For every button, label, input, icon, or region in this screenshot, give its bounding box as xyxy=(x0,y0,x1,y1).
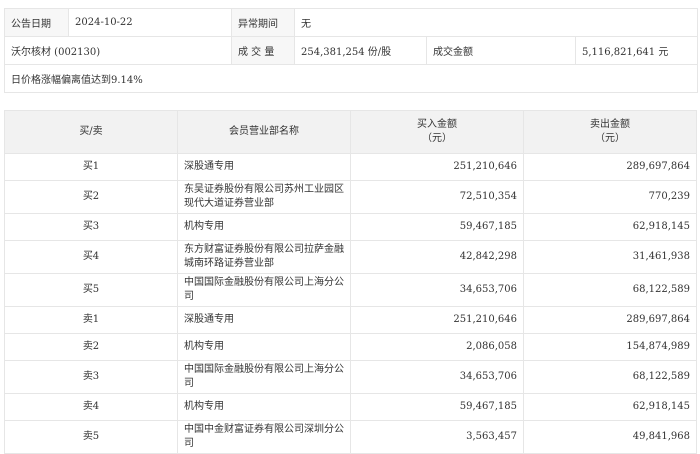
cell-name: 机构专用 xyxy=(177,393,351,421)
cell-side: 卖1 xyxy=(4,306,178,334)
header-sell: 卖出金额 （元） xyxy=(523,110,697,154)
cell-name: 中国国际金融股份有限公司上海分公司 xyxy=(177,273,351,307)
table-header: 买/卖 会员营业部名称 买入金额 （元） 卖出金额 （元） xyxy=(4,110,697,154)
cell-buy: 59,467,185 xyxy=(350,213,524,241)
table-row: 卖5 中国中金财富证券有限公司深圳分公司 3,563,457 49,841,968 xyxy=(4,420,697,454)
cell-sell: 289,697,864 xyxy=(523,306,697,334)
cell-name: 机构专用 xyxy=(177,213,351,241)
period-value: 无 xyxy=(293,8,699,37)
cell-sell: 154,874,989 xyxy=(523,333,697,361)
cell-sell: 62,918,145 xyxy=(523,393,697,421)
cell-buy: 59,467,185 xyxy=(350,393,524,421)
cell-buy: 72,510,354 xyxy=(350,180,524,214)
cell-buy: 34,653,706 xyxy=(350,273,524,307)
cell-sell: 770,239 xyxy=(523,180,697,214)
amount-value: 5,116,821,641 元 xyxy=(574,36,699,65)
reason-text: 日价格涨幅偏离值达到9.14% xyxy=(3,64,699,93)
cell-buy: 2,086,058 xyxy=(350,333,524,361)
cell-sell: 289,697,864 xyxy=(523,153,697,181)
header-buy: 买入金额 （元） xyxy=(350,110,524,154)
cell-side: 买5 xyxy=(4,273,178,307)
cell-sell: 49,841,968 xyxy=(523,420,697,454)
cell-name: 深股通专用 xyxy=(177,306,351,334)
cell-buy: 42,842,298 xyxy=(350,240,524,274)
cell-side: 卖5 xyxy=(4,420,178,454)
cell-buy: 251,210,646 xyxy=(350,306,524,334)
date-label: 公告日期 xyxy=(4,8,69,37)
table-row: 卖2 机构专用 2,086,058 154,874,989 xyxy=(4,333,697,361)
header-name: 会员营业部名称 xyxy=(177,110,351,154)
cell-name: 机构专用 xyxy=(177,333,351,361)
cell-buy: 251,210,646 xyxy=(350,153,524,181)
table-row: 买3 机构专用 59,467,185 62,918,145 xyxy=(4,213,697,241)
info-row-volume: 沃尔核材 (002130) 成 交 量 254,381,254 份/股 成交金额… xyxy=(4,36,699,65)
cell-sell: 31,461,938 xyxy=(523,240,697,274)
table-row: 卖4 机构专用 59,467,185 62,918,145 xyxy=(4,393,697,421)
cell-name: 深股通专用 xyxy=(177,153,351,181)
table-row: 买2 东吴证券股份有限公司苏州工业园区现代大道证券营业部 72,510,354 770… xyxy=(4,180,697,214)
amount-label: 成交金额 xyxy=(426,36,576,65)
info-row-reason: 日价格涨幅偏离值达到9.14% xyxy=(3,64,699,93)
date-value: 2024-10-22 xyxy=(68,8,232,37)
period-label: 异常期间 xyxy=(231,8,295,37)
cell-name: 中国中金财富证券有限公司深圳分公司 xyxy=(177,420,351,454)
announcement-info-table: 公告日期 2024-10-22 异常期间 无 沃尔核材 (002130) 成 交… xyxy=(3,8,699,93)
volume-label: 成 交 量 xyxy=(231,36,295,65)
cell-side: 卖4 xyxy=(4,393,178,421)
cell-sell: 68,122,589 xyxy=(523,273,697,307)
table-row: 买1 深股通专用 251,210,646 289,697,864 xyxy=(4,153,697,181)
cell-name: 东吴证券股份有限公司苏州工业园区现代大道证券营业部 xyxy=(177,180,351,214)
cell-side: 买3 xyxy=(4,213,178,241)
table-row: 买4 东方财富证券股份有限公司拉萨金融城南环路证券营业部 42,842,298 31,… xyxy=(4,240,697,274)
header-side: 买/卖 xyxy=(4,110,178,154)
cell-side: 买1 xyxy=(4,153,178,181)
cell-side: 买4 xyxy=(4,240,178,274)
info-row-date: 公告日期 2024-10-22 异常期间 无 xyxy=(4,8,699,37)
cell-sell: 62,918,145 xyxy=(523,213,697,241)
cell-name: 中国国际金融股份有限公司上海分公司 xyxy=(177,360,351,394)
cell-buy: 34,653,706 xyxy=(350,360,524,394)
cell-name: 东方财富证券股份有限公司拉萨金融城南环路证券营业部 xyxy=(177,240,351,274)
cell-side: 卖2 xyxy=(4,333,178,361)
cell-sell: 68,122,589 xyxy=(523,360,697,394)
cell-buy: 3,563,457 xyxy=(350,420,524,454)
stock-name: 沃尔核材 (002130) xyxy=(4,36,232,65)
trading-seats-table: 买/卖 会员营业部名称 买入金额 （元） 卖出金额 （元） 买1 深股通专用 251,2… xyxy=(4,110,697,454)
table-row: 卖1 深股通专用 251,210,646 289,697,864 xyxy=(4,306,697,334)
table-row: 卖3 中国国际金融股份有限公司上海分公司 34,653,706 68,122,589 xyxy=(4,360,697,394)
cell-side: 买2 xyxy=(4,180,178,214)
cell-side: 卖3 xyxy=(4,360,178,394)
volume-value: 254,381,254 份/股 xyxy=(294,36,427,65)
table-row: 买5 中国国际金融股份有限公司上海分公司 34,653,706 68,122,589 xyxy=(4,273,697,307)
